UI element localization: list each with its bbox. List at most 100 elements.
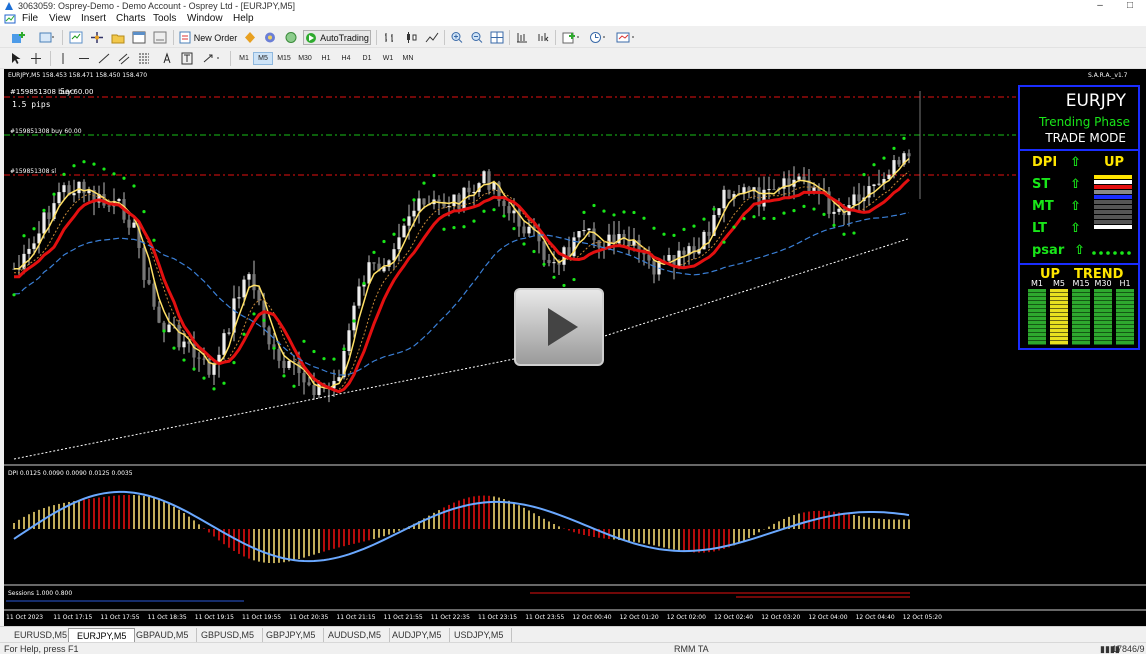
candle-body (417, 198, 421, 211)
maximize-button[interactable]: □ (1116, 0, 1144, 12)
candle-body (767, 189, 771, 191)
candle-body (142, 248, 146, 280)
sara-row-dpi-arrow-icon: ⇧ (1070, 155, 1081, 170)
timeframe-m5[interactable]: M5 (253, 52, 273, 65)
tab-audusd[interactable]: AUDUSD,M5 (320, 628, 391, 642)
psar-dot (622, 210, 626, 214)
menu-window[interactable]: Window (187, 12, 223, 26)
menu-insert[interactable]: Insert (81, 12, 106, 26)
timeframe-m1[interactable]: M1 (234, 52, 254, 65)
vertical-line-tool[interactable] (56, 51, 70, 66)
candle-body (222, 333, 226, 355)
community-button[interactable] (283, 30, 299, 45)
psar-dot (372, 250, 376, 254)
strategy-tester-button[interactable] (152, 30, 168, 45)
data-window-button[interactable] (110, 30, 126, 45)
timeframe-d1[interactable]: D1 (357, 52, 377, 65)
candlestick-button[interactable] (403, 30, 419, 45)
psar-dot (512, 226, 516, 231)
psar-dot (132, 184, 136, 188)
order-sl-label: #159851308 sl (10, 168, 57, 175)
psar-dot (552, 275, 556, 279)
psar-dot (902, 136, 906, 140)
horizontal-line-tool[interactable] (76, 51, 92, 66)
sara-tf-h1-strength (1116, 289, 1134, 345)
market-button[interactable] (262, 30, 278, 45)
clock-icon (590, 32, 605, 43)
tab-gbpjpy[interactable]: GBPJPY,M5 (258, 628, 325, 642)
new-order-button[interactable]: New Order (178, 30, 238, 45)
psar-dot (862, 173, 866, 177)
tab-eurjpy[interactable]: EURJPY,M5 (68, 628, 136, 642)
cursor-tool[interactable] (8, 51, 24, 66)
chart-window[interactable]: EURJPY,M5 158.453 158.471 158.450 158.47… (4, 69, 1146, 626)
market-watch-button[interactable] (68, 30, 84, 45)
autotrading-button[interactable]: AutoTrading (303, 30, 371, 45)
arrows-tool[interactable] (200, 51, 224, 66)
candle-body (252, 274, 256, 291)
timeframe-h1[interactable]: H1 (316, 52, 336, 65)
tab-audjpy[interactable]: AUDJPY,M5 (384, 628, 451, 642)
timeframe-h4[interactable]: H4 (336, 52, 356, 65)
timeframe-m30[interactable]: M30 (295, 52, 315, 65)
timeframe-w1[interactable]: W1 (378, 52, 398, 65)
slow-ma-line (13, 178, 911, 394)
candle-body (167, 324, 171, 333)
crosshair-tool[interactable] (28, 51, 44, 66)
psar-dot (822, 212, 826, 216)
candle-body (502, 200, 506, 207)
terminal-button[interactable] (131, 30, 147, 45)
menu-help[interactable]: Help (233, 12, 254, 26)
templates-button[interactable] (614, 30, 638, 45)
time-axis-label: 12 Oct 02:40 (714, 614, 754, 621)
tab-gbpaud[interactable]: GBPAUD,M5 (128, 628, 198, 642)
candlestick-icon (407, 32, 417, 43)
psar-dot (532, 249, 536, 254)
line-chart-button[interactable] (424, 30, 440, 45)
psar-dot (162, 329, 166, 333)
psar-dot (742, 217, 746, 221)
menu-view[interactable]: View (49, 12, 71, 26)
navigator-icon (91, 32, 103, 43)
text-label-tool[interactable] (180, 51, 194, 66)
chart-window-icon[interactable] (4, 13, 16, 25)
menu-charts[interactable]: Charts (116, 12, 145, 26)
tile-windows-button[interactable] (489, 30, 505, 45)
menu-file[interactable]: File (22, 12, 38, 26)
trendline-tool[interactable] (96, 51, 112, 66)
periods-button[interactable] (587, 30, 609, 45)
candle-body (527, 226, 531, 234)
minimize-button[interactable]: – (1086, 0, 1114, 12)
video-play-button[interactable] (514, 288, 604, 366)
psar-dot (152, 238, 156, 242)
psar-dot (332, 357, 336, 361)
autoscroll-button[interactable] (535, 30, 551, 45)
timeframe-m15[interactable]: M15 (274, 52, 294, 65)
candle-body (852, 194, 856, 206)
overlay-seconds: Sec (60, 87, 75, 96)
zoom-out-button[interactable] (469, 30, 485, 45)
signals-button[interactable] (242, 30, 258, 45)
zoom-in-button[interactable] (449, 30, 465, 45)
chart-shift-button[interactable] (514, 30, 530, 45)
psar-dot (392, 232, 396, 236)
indicators-button[interactable] (560, 30, 582, 45)
new-chart-button[interactable] (8, 30, 30, 45)
fibonacci-tool[interactable] (136, 51, 152, 66)
bar-chart-icon (385, 33, 393, 42)
menu-tools[interactable]: Tools (153, 12, 176, 26)
candle-body (397, 237, 401, 250)
text-tool[interactable] (160, 51, 174, 66)
candle-body (812, 187, 816, 191)
status-traffic: 17846/9 k (1112, 644, 1146, 654)
candle-body (522, 226, 526, 234)
tab-usdjpy[interactable]: USDJPY,M5 (446, 628, 513, 642)
channel-tool[interactable] (116, 51, 132, 66)
profiles-button[interactable] (36, 30, 58, 45)
navigator-button[interactable] (89, 30, 105, 45)
tab-eurusd[interactable]: EURUSD,M5 (6, 628, 77, 642)
vertical-line-icon (62, 53, 64, 64)
bar-chart-button[interactable] (382, 30, 398, 45)
tab-gbpusd[interactable]: GBPUSD,M5 (193, 628, 264, 642)
timeframe-mn[interactable]: MN (398, 52, 418, 65)
